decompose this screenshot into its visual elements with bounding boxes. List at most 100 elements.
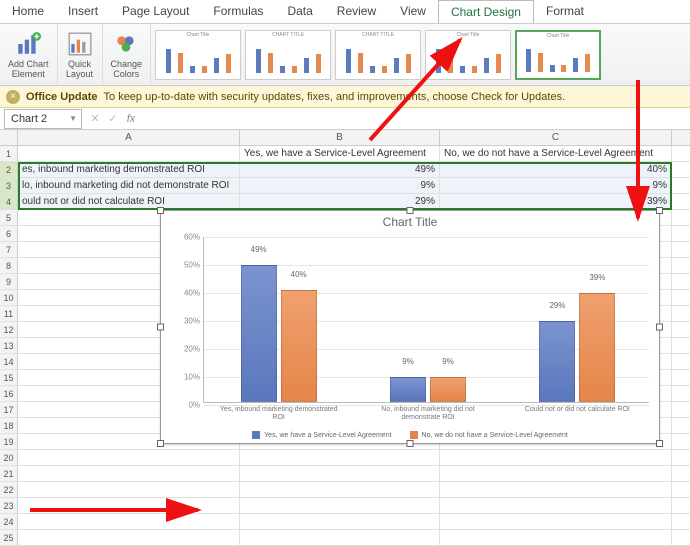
cell[interactable]: 9%: [440, 178, 672, 193]
row-header[interactable]: 23: [0, 498, 18, 513]
row-header[interactable]: 12: [0, 322, 18, 337]
row-header[interactable]: 14: [0, 354, 18, 369]
row-header[interactable]: 18: [0, 418, 18, 433]
row-header[interactable]: 9: [0, 274, 18, 289]
cell[interactable]: [440, 514, 672, 529]
tab-chart-design[interactable]: Chart Design: [438, 0, 534, 23]
tab-review[interactable]: Review: [325, 0, 388, 23]
spreadsheet-grid[interactable]: A B C 1 Yes, we have a Service-Level Agr…: [0, 130, 690, 546]
name-box[interactable]: Chart 2 ▼: [4, 109, 82, 129]
cell[interactable]: [440, 450, 672, 465]
cell[interactable]: 40%: [440, 162, 672, 177]
cell[interactable]: lo, inbound marketing did not demonstrat…: [18, 178, 240, 193]
select-all-corner[interactable]: [0, 130, 18, 145]
row-header[interactable]: 19: [0, 434, 18, 449]
cell[interactable]: [240, 466, 440, 481]
chevron-down-icon[interactable]: ▼: [69, 114, 81, 123]
cell[interactable]: [18, 498, 240, 513]
chart-plot-area[interactable]: 0%10%20%30%40%50%60%49%40%Yes, inbound m…: [203, 237, 649, 403]
row-header[interactable]: 5: [0, 210, 18, 225]
cell[interactable]: [240, 482, 440, 497]
cell[interactable]: [18, 146, 240, 161]
table-row[interactable]: 1 Yes, we have a Service-Level Agreement…: [0, 146, 690, 162]
tab-data[interactable]: Data: [275, 0, 324, 23]
embedded-chart[interactable]: Chart Title 0%10%20%30%40%50%60%49%40%Ye…: [160, 210, 660, 444]
cell[interactable]: [18, 514, 240, 529]
cell[interactable]: [240, 450, 440, 465]
row-header[interactable]: 1: [0, 146, 18, 161]
cell[interactable]: [240, 530, 440, 545]
cell[interactable]: 9%: [240, 178, 440, 193]
row-header[interactable]: 16: [0, 386, 18, 401]
cell[interactable]: [440, 530, 672, 545]
tab-home[interactable]: Home: [0, 0, 56, 23]
add-chart-element-button[interactable]: Add Chart Element: [0, 24, 58, 85]
tab-page-layout[interactable]: Page Layout: [110, 0, 201, 23]
cell[interactable]: No, we do not have a Service-Level Agree…: [440, 146, 672, 161]
row-header[interactable]: 6: [0, 226, 18, 241]
row-header[interactable]: 7: [0, 242, 18, 257]
cell[interactable]: [440, 498, 672, 513]
chart-legend[interactable]: Yes, we have a Service-Level Agreement N…: [161, 431, 659, 439]
tab-view[interactable]: View: [388, 0, 438, 23]
tab-format[interactable]: Format: [534, 0, 596, 23]
tab-insert[interactable]: Insert: [56, 0, 110, 23]
cell[interactable]: ould not or did not calculate ROI: [18, 194, 240, 209]
cell[interactable]: [18, 466, 240, 481]
fx-icon[interactable]: fx: [122, 113, 140, 125]
row-header[interactable]: 25: [0, 530, 18, 545]
chart-style-5[interactable]: Chart Title: [515, 30, 601, 80]
cell[interactable]: 39%: [440, 194, 672, 209]
cell[interactable]: es, inbound marketing demonstrated ROI: [18, 162, 240, 177]
cell[interactable]: [440, 482, 672, 497]
change-colors-button[interactable]: Change Colors: [103, 24, 152, 85]
chart-style-4[interactable]: Chart Title: [425, 30, 511, 80]
chart-style-1[interactable]: Chart Title: [155, 30, 241, 80]
row-header[interactable]: 4: [0, 194, 18, 209]
table-row[interactable]: 25: [0, 530, 690, 546]
row-header[interactable]: 10: [0, 290, 18, 305]
cell[interactable]: [240, 498, 440, 513]
row-header[interactable]: 20: [0, 450, 18, 465]
col-header-a[interactable]: A: [18, 130, 240, 145]
row-header[interactable]: 24: [0, 514, 18, 529]
office-update-bar: × Office Update To keep up-to-date with …: [0, 86, 690, 108]
cell[interactable]: [18, 530, 240, 545]
legend-item[interactable]: No, we do not have a Service-Level Agree…: [410, 431, 568, 439]
table-row[interactable]: 3 lo, inbound marketing did not demonstr…: [0, 178, 690, 194]
quick-layout-button[interactable]: Quick Layout: [58, 24, 103, 85]
row-header[interactable]: 11: [0, 306, 18, 321]
row-header[interactable]: 13: [0, 338, 18, 353]
cell[interactable]: [18, 450, 240, 465]
cell[interactable]: [440, 466, 672, 481]
formula-input[interactable]: [140, 109, 690, 129]
col-header-c[interactable]: C: [440, 130, 672, 145]
table-row[interactable]: 22: [0, 482, 690, 498]
legend-item[interactable]: Yes, we have a Service-Level Agreement: [252, 431, 391, 439]
cell[interactable]: Yes, we have a Service-Level Agreement: [240, 146, 440, 161]
col-header-b[interactable]: B: [240, 130, 440, 145]
row-header[interactable]: 3: [0, 178, 18, 193]
row-header[interactable]: 15: [0, 370, 18, 385]
chart-style-2[interactable]: CHART TITLE: [245, 30, 331, 80]
row-header[interactable]: 8: [0, 258, 18, 273]
table-row[interactable]: 20: [0, 450, 690, 466]
row-header[interactable]: 21: [0, 466, 18, 481]
chart-title[interactable]: Chart Title: [161, 211, 659, 231]
row-header[interactable]: 22: [0, 482, 18, 497]
table-row[interactable]: 21: [0, 466, 690, 482]
close-icon[interactable]: ×: [6, 90, 20, 104]
table-row[interactable]: 24: [0, 514, 690, 530]
cell[interactable]: 49%: [240, 162, 440, 177]
chart-style-3[interactable]: CHART TITLE: [335, 30, 421, 80]
table-row[interactable]: 23: [0, 498, 690, 514]
cancel-icon[interactable]: ✕: [86, 112, 104, 125]
row-header[interactable]: 17: [0, 402, 18, 417]
row-header[interactable]: 2: [0, 162, 18, 177]
cell[interactable]: [18, 482, 240, 497]
enter-icon[interactable]: ✓: [104, 112, 122, 125]
table-row[interactable]: 2 es, inbound marketing demonstrated ROI…: [0, 162, 690, 178]
cell[interactable]: [240, 514, 440, 529]
table-row[interactable]: 4 ould not or did not calculate ROI 29% …: [0, 194, 690, 210]
tab-formulas[interactable]: Formulas: [201, 0, 275, 23]
